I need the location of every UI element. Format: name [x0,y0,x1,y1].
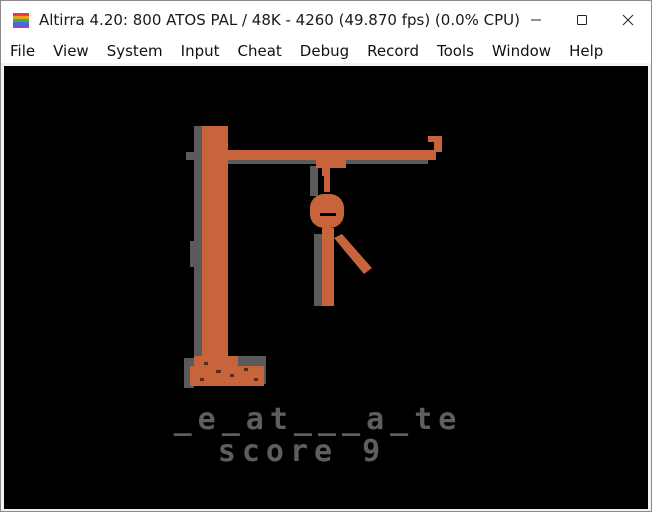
menu-input[interactable]: Input [172,39,229,63]
emulator-display[interactable]: _e_at___a_te score 9 [4,66,648,509]
menu-window[interactable]: Window [483,39,560,63]
menu-help[interactable]: Help [560,39,612,63]
close-button[interactable] [605,1,651,39]
score-text: score 9 [217,434,387,469]
window-title: Altirra 4.20: 800 ATOS PAL / 48K - 4260 … [39,11,521,29]
menu-view[interactable]: View [44,39,98,63]
menu-tools[interactable]: Tools [428,39,483,63]
menu-bar: File View System Input Cheat Debug Recor… [1,39,651,63]
menu-record[interactable]: Record [358,39,428,63]
menu-debug[interactable]: Debug [291,39,358,63]
minimize-button[interactable] [513,1,559,39]
title-bar[interactable]: Altirra 4.20: 800 ATOS PAL / 48K - 4260 … [1,1,651,39]
minimize-icon [531,19,541,21]
altirra-app-icon [13,13,29,28]
maximize-button[interactable] [559,1,605,39]
menu-file[interactable]: File [1,39,44,63]
menu-cheat[interactable]: Cheat [229,39,291,63]
menu-system[interactable]: System [98,39,172,63]
close-icon [622,14,634,26]
guessed-word: _e_at___a_te [173,402,463,437]
maximize-icon [577,15,587,25]
emulator-window: Altirra 4.20: 800 ATOS PAL / 48K - 4260 … [0,0,652,512]
